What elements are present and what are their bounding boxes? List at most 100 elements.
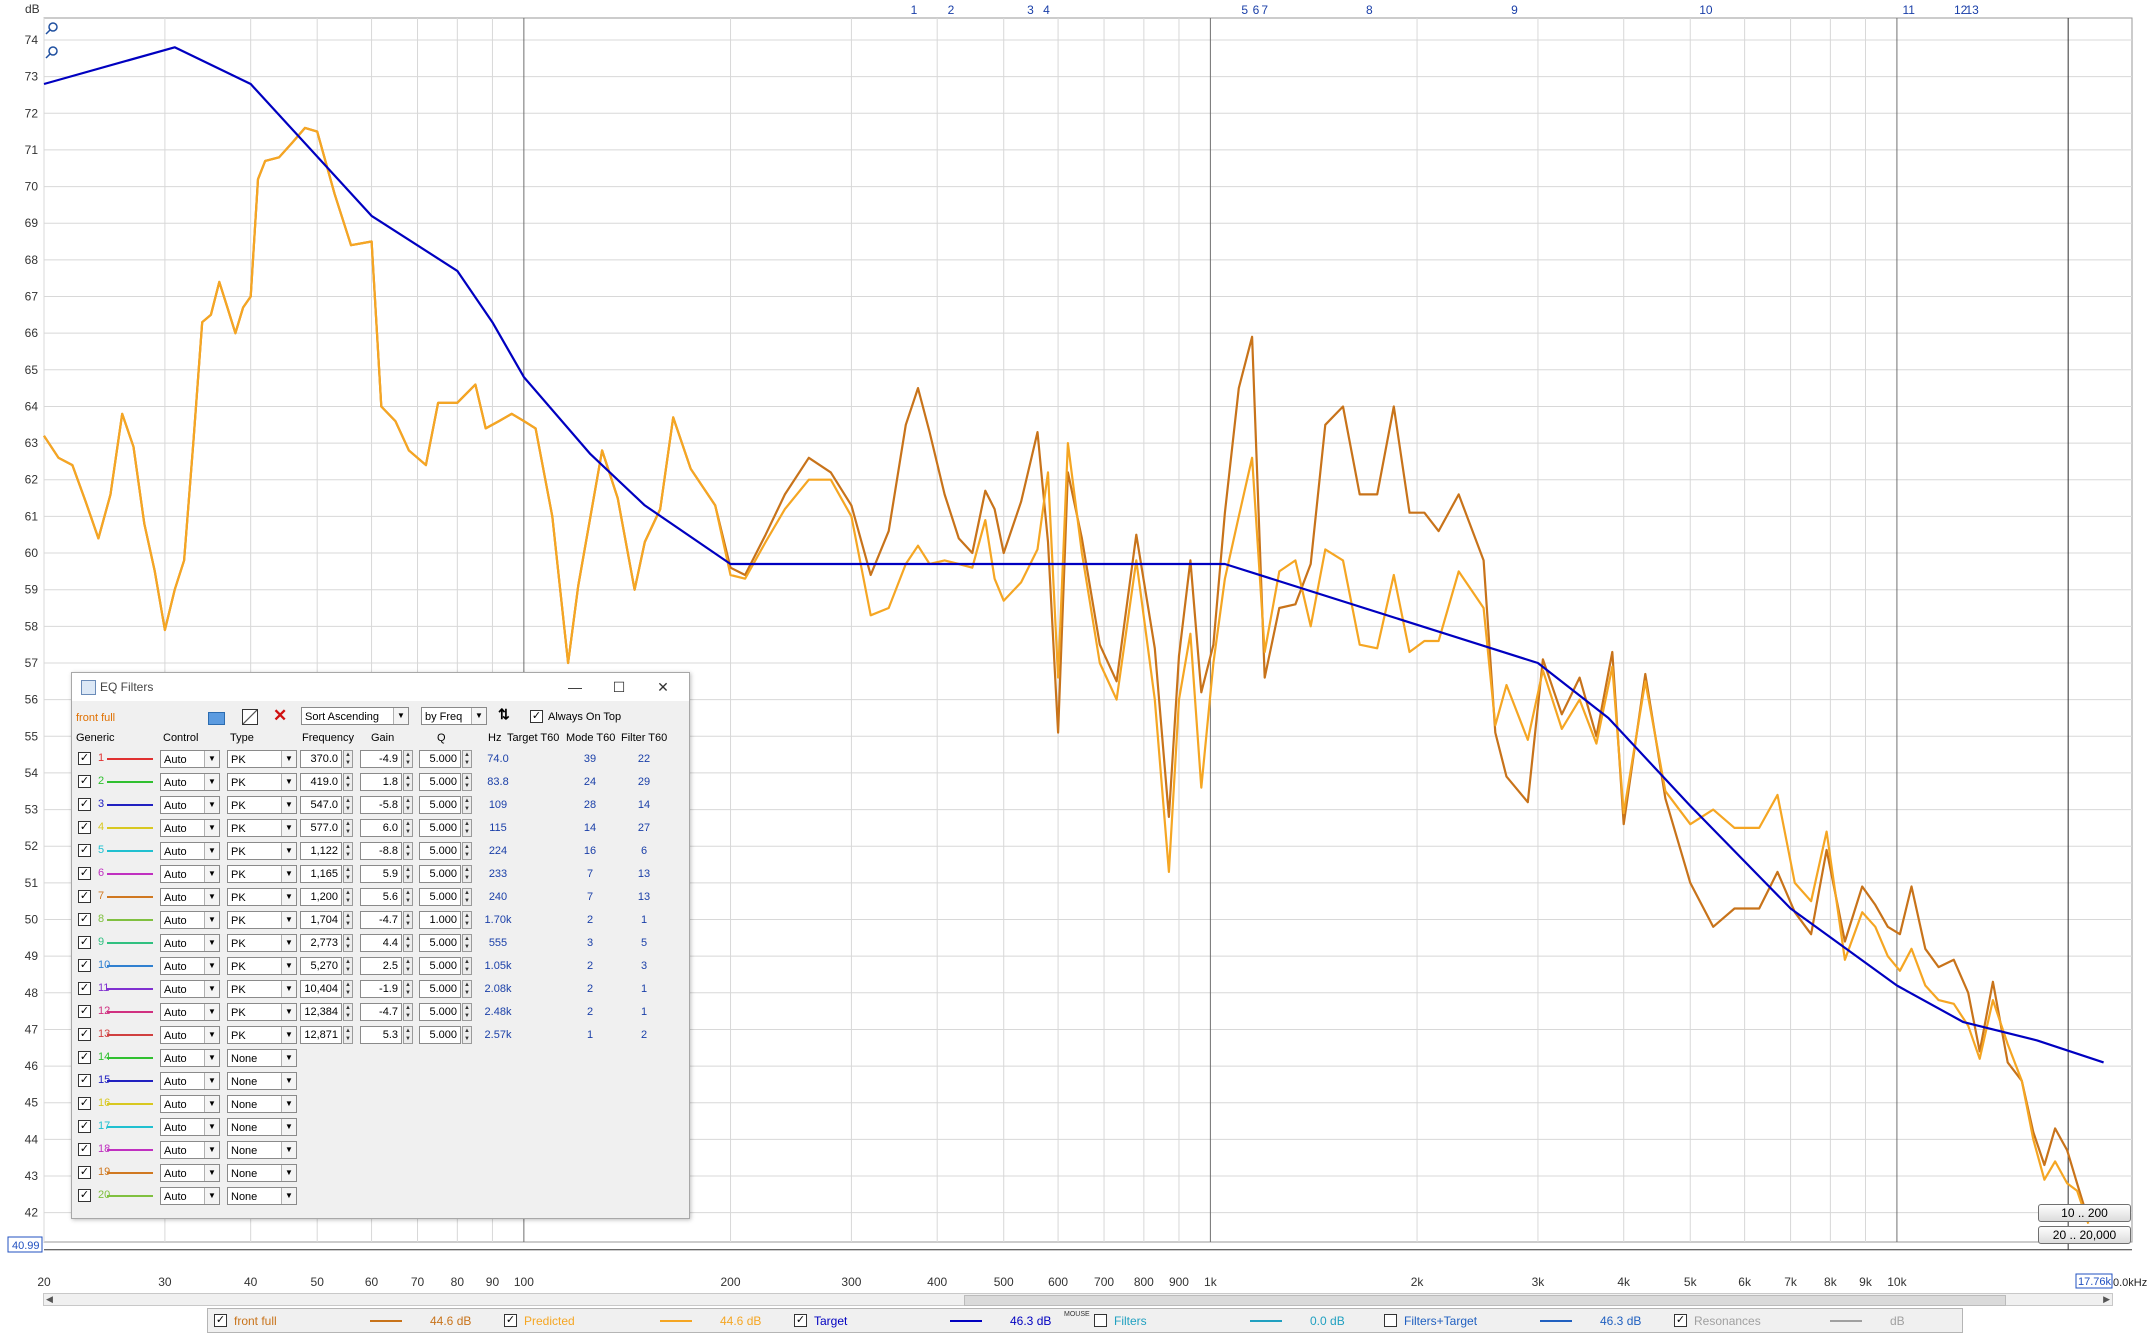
filter-q-field[interactable]: 5.000 [419, 796, 461, 814]
filter-control-select[interactable]: Auto ▼ [160, 1141, 220, 1159]
filter-q-field[interactable]: 5.000 [419, 957, 461, 975]
scroll-left-arrow[interactable]: ◀ [46, 1294, 53, 1305]
gain-spinner[interactable]: ▲ ▼ [403, 796, 413, 814]
gain-spinner[interactable]: ▲ ▼ [403, 819, 413, 837]
filter-control-select[interactable]: Auto ▼ [160, 888, 220, 906]
filter-type-select[interactable]: None ▼ [227, 1072, 297, 1090]
filter-frequency-field[interactable]: 419.0 [300, 773, 342, 791]
gain-spinner[interactable]: ▲ ▼ [403, 934, 413, 952]
filter-type-select[interactable]: PK ▼ [227, 865, 297, 883]
filter-frequency-field[interactable]: 1,200 [300, 888, 342, 906]
frequency-spinner[interactable]: ▲ ▼ [343, 842, 353, 860]
filter-control-select[interactable]: Auto ▼ [160, 819, 220, 837]
filter-enable-checkbox[interactable]: ✓ [78, 1028, 91, 1041]
close-button[interactable]: ✕ [643, 675, 683, 699]
filter-gain-field[interactable]: -1.9 [360, 980, 402, 998]
filter-control-select[interactable]: Auto ▼ [160, 842, 220, 860]
filter-q-field[interactable]: 5.000 [419, 819, 461, 837]
filter-control-select[interactable]: Auto ▼ [160, 1118, 220, 1136]
filter-type-select[interactable]: None ▼ [227, 1095, 297, 1113]
filter-type-select[interactable]: None ▼ [227, 1187, 297, 1205]
filter-control-select[interactable]: Auto ▼ [160, 1072, 220, 1090]
gain-spinner[interactable]: ▲ ▼ [403, 888, 413, 906]
filter-enable-checkbox[interactable]: ✓ [78, 844, 91, 857]
filter-control-select[interactable]: Auto ▼ [160, 1026, 220, 1044]
filter-frequency-field[interactable]: 1,165 [300, 865, 342, 883]
filter-frequency-field[interactable]: 12,384 [300, 1003, 342, 1021]
filter-gain-field[interactable]: -4.7 [360, 1003, 402, 1021]
q-spinner[interactable]: ▲ ▼ [462, 865, 472, 883]
filter-control-select[interactable]: Auto ▼ [160, 1095, 220, 1113]
legend-checkbox[interactable]: ✓ [504, 1314, 517, 1327]
filter-enable-checkbox[interactable]: ✓ [78, 1143, 91, 1156]
filter-enable-checkbox[interactable]: ✓ [78, 936, 91, 949]
filter-frequency-field[interactable]: 370.0 [300, 750, 342, 768]
filter-type-select[interactable]: None ▼ [227, 1049, 297, 1067]
filter-enable-checkbox[interactable]: ✓ [78, 913, 91, 926]
filter-control-select[interactable]: Auto ▼ [160, 796, 220, 814]
frequency-spinner[interactable]: ▲ ▼ [343, 750, 353, 768]
filter-q-field[interactable]: 5.000 [419, 1026, 461, 1044]
filter-enable-checkbox[interactable]: ✓ [78, 1166, 91, 1179]
filter-gain-field[interactable]: -4.7 [360, 911, 402, 929]
filter-enable-checkbox[interactable]: ✓ [78, 1074, 91, 1087]
q-spinner[interactable]: ▲ ▼ [462, 796, 472, 814]
sort-arrows-icon[interactable]: ⇅ [498, 706, 510, 723]
filter-type-select[interactable]: None ▼ [227, 1141, 297, 1159]
filter-type-select[interactable]: PK ▼ [227, 934, 297, 952]
frequency-spinner[interactable]: ▲ ▼ [343, 911, 353, 929]
filter-frequency-field[interactable]: 10,404 [300, 980, 342, 998]
gain-spinner[interactable]: ▲ ▼ [403, 1026, 413, 1044]
filter-enable-checkbox[interactable]: ✓ [78, 1097, 91, 1110]
filter-enable-checkbox[interactable]: ✓ [78, 1051, 91, 1064]
filter-enable-checkbox[interactable]: ✓ [78, 1189, 91, 1202]
range-20-20000-button[interactable]: 20 .. 20,000 [2038, 1226, 2131, 1244]
filter-enable-checkbox[interactable]: ✓ [78, 982, 91, 995]
filter-q-field[interactable]: 5.000 [419, 750, 461, 768]
filter-control-select[interactable]: Auto ▼ [160, 957, 220, 975]
minimize-button[interactable]: — [555, 675, 595, 699]
filter-type-select[interactable]: None ▼ [227, 1118, 297, 1136]
frequency-spinner[interactable]: ▲ ▼ [343, 934, 353, 952]
q-spinner[interactable]: ▲ ▼ [462, 957, 472, 975]
legend-checkbox[interactable]: ✓ [1674, 1314, 1687, 1327]
gain-spinner[interactable]: ▲ ▼ [403, 957, 413, 975]
q-spinner[interactable]: ▲ ▼ [462, 934, 472, 952]
filter-enable-checkbox[interactable]: ✓ [78, 752, 91, 765]
chart-edit-icon[interactable] [242, 709, 258, 725]
q-spinner[interactable]: ▲ ▼ [462, 819, 472, 837]
filter-enable-checkbox[interactable]: ✓ [78, 867, 91, 880]
frequency-spinner[interactable]: ▲ ▼ [343, 888, 353, 906]
eq-window-titlebar[interactable]: EQ Filters — ☐ ✕ [72, 673, 689, 701]
filter-enable-checkbox[interactable]: ✓ [78, 798, 91, 811]
filter-control-select[interactable]: Auto ▼ [160, 1164, 220, 1182]
filter-control-select[interactable]: Auto ▼ [160, 773, 220, 791]
filter-type-select[interactable]: PK ▼ [227, 888, 297, 906]
filter-frequency-field[interactable]: 1,122 [300, 842, 342, 860]
filter-frequency-field[interactable]: 577.0 [300, 819, 342, 837]
filter-gain-field[interactable]: -8.8 [360, 842, 402, 860]
filter-type-select[interactable]: PK ▼ [227, 1003, 297, 1021]
filter-enable-checkbox[interactable]: ✓ [78, 1120, 91, 1133]
filter-frequency-field[interactable]: 2,773 [300, 934, 342, 952]
frequency-spinner[interactable]: ▲ ▼ [343, 1003, 353, 1021]
frequency-spinner[interactable]: ▲ ▼ [343, 1026, 353, 1044]
horizontal-scrollbar[interactable]: ◀ ▶ [43, 1293, 2113, 1306]
gain-spinner[interactable]: ▲ ▼ [403, 750, 413, 768]
filter-q-field[interactable]: 5.000 [419, 773, 461, 791]
filter-gain-field[interactable]: 6.0 [360, 819, 402, 837]
filter-gain-field[interactable]: -5.8 [360, 796, 402, 814]
maximize-button[interactable]: ☐ [599, 675, 639, 699]
legend-checkbox[interactable]: ✓ [794, 1314, 807, 1327]
filter-gain-field[interactable]: 2.5 [360, 957, 402, 975]
frequency-spinner[interactable]: ▲ ▼ [343, 980, 353, 998]
filter-control-select[interactable]: Auto ▼ [160, 980, 220, 998]
q-spinner[interactable]: ▲ ▼ [462, 1026, 472, 1044]
filter-gain-field[interactable]: 4.4 [360, 934, 402, 952]
gain-spinner[interactable]: ▲ ▼ [403, 911, 413, 929]
filter-enable-checkbox[interactable]: ✓ [78, 821, 91, 834]
gain-spinner[interactable]: ▲ ▼ [403, 842, 413, 860]
scroll-thumb[interactable] [964, 1295, 2006, 1306]
filter-gain-field[interactable]: 5.3 [360, 1026, 402, 1044]
filter-type-select[interactable]: PK ▼ [227, 819, 297, 837]
